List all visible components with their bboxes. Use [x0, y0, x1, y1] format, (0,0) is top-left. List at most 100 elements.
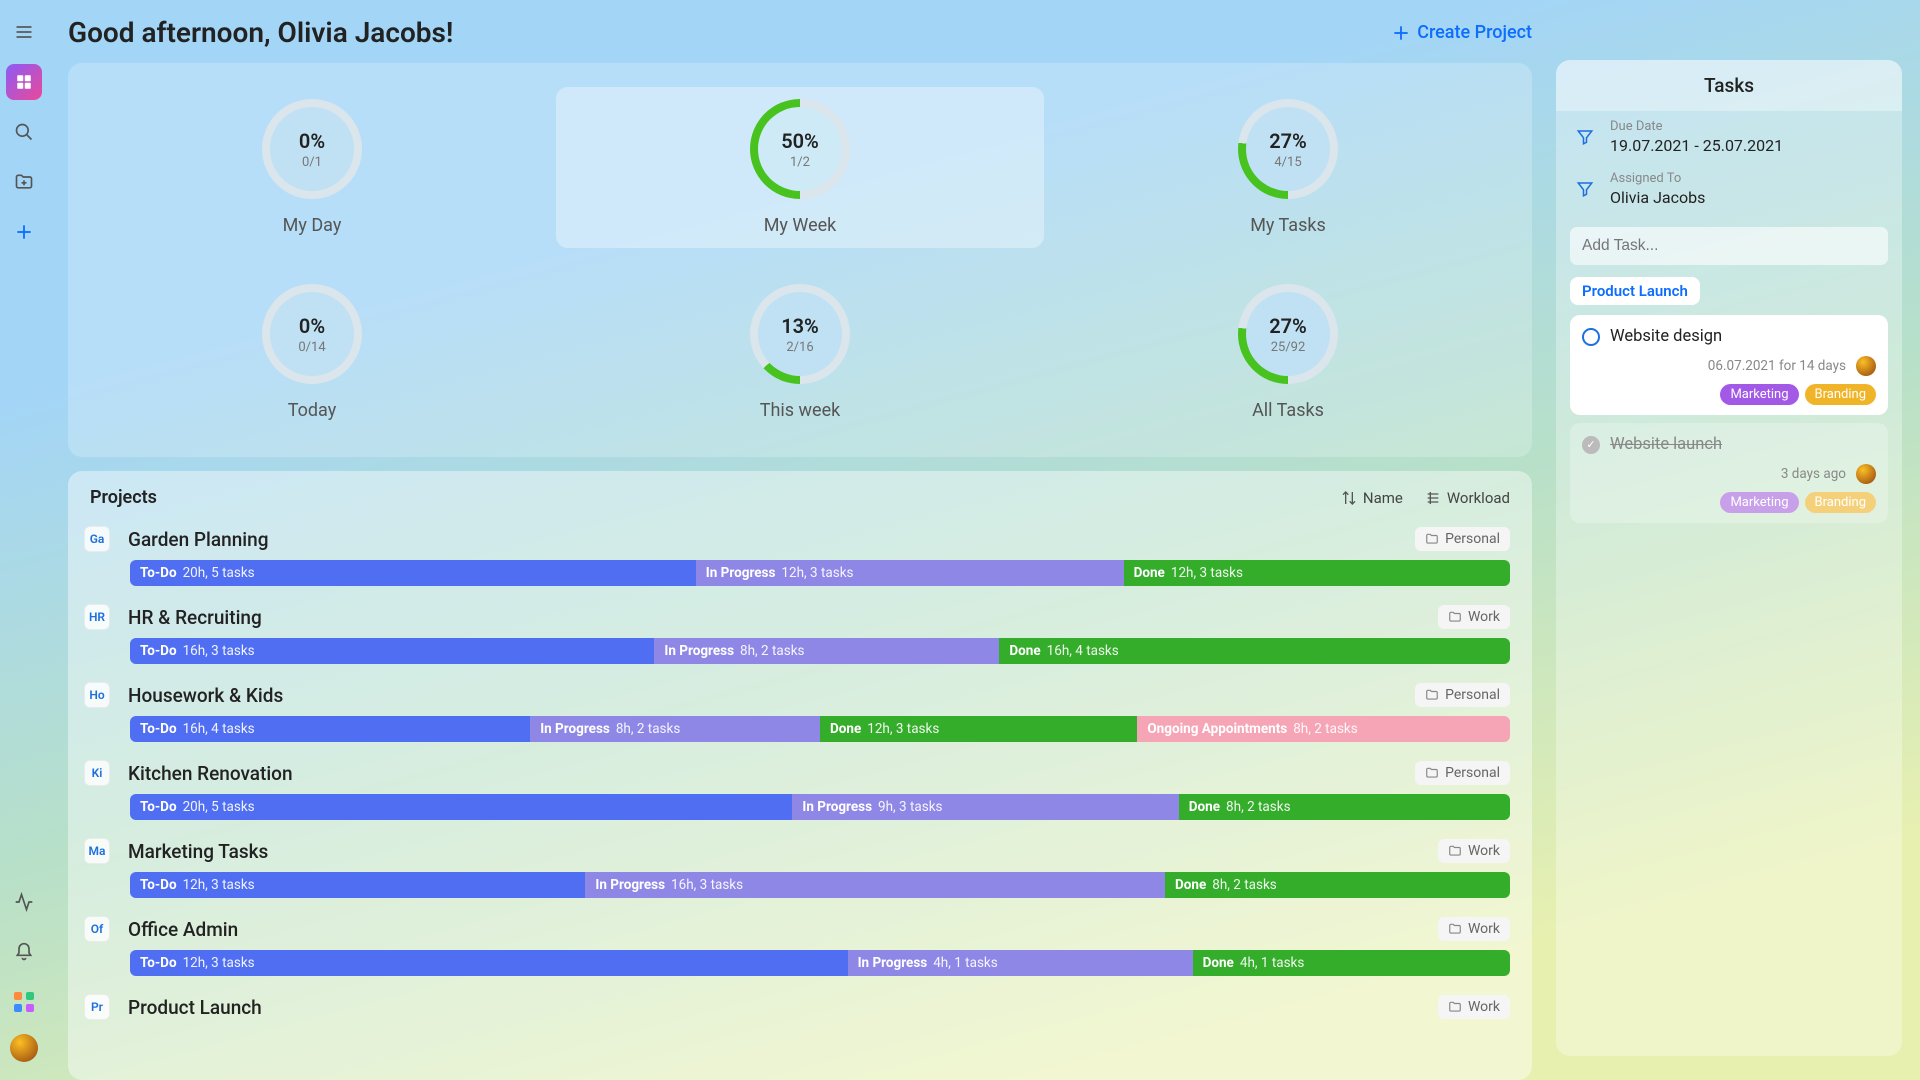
project-name: Housework & Kids — [128, 684, 283, 707]
task-section-pill[interactable]: Product Launch — [1570, 277, 1700, 305]
project-row[interactable]: Ho Housework & Kids Personal To-Do16h, 4… — [68, 674, 1532, 752]
menu-icon[interactable] — [6, 14, 42, 50]
stat-label: All Tasks — [1252, 400, 1324, 421]
task-check-icon[interactable]: ✓ — [1582, 436, 1600, 454]
status-segment[interactable]: To-Do12h, 3 tasks — [130, 950, 848, 976]
project-row[interactable]: Pr Product Launch Work — [68, 986, 1532, 1024]
status-segment[interactable]: In Progress9h, 3 tasks — [792, 794, 1178, 820]
status-segment[interactable]: To-Do12h, 3 tasks — [130, 872, 585, 898]
project-row[interactable]: HR HR & Recruiting Work To-Do16h, 3 task… — [68, 596, 1532, 674]
stat-card[interactable]: 50% 1/2 My Week — [556, 87, 1044, 248]
stat-card[interactable]: 27% 25/92 All Tasks — [1044, 272, 1532, 433]
workload-bar: To-Do12h, 3 tasks In Progress16h, 3 task… — [130, 872, 1510, 898]
stat-percent: 0% — [299, 314, 325, 338]
stat-fraction: 1/2 — [790, 155, 810, 170]
project-category-chip[interactable]: Work — [1438, 605, 1510, 629]
status-segment[interactable]: In Progress8h, 2 tasks — [530, 716, 820, 742]
create-project-button[interactable]: Create Project — [1391, 22, 1532, 43]
apps-icon[interactable] — [6, 984, 42, 1020]
status-segment[interactable]: In Progress8h, 2 tasks — [654, 638, 999, 664]
stat-percent: 13% — [781, 314, 819, 338]
project-name: Product Launch — [128, 996, 262, 1019]
project-row[interactable]: Ga Garden Planning Personal To-Do20h, 5 … — [68, 518, 1532, 596]
stat-percent: 27% — [1269, 129, 1307, 153]
tag[interactable]: Marketing — [1720, 384, 1798, 405]
project-category-chip[interactable]: Work — [1438, 839, 1510, 863]
project-abbr-badge: Ki — [84, 760, 110, 786]
sort-by-name[interactable]: Name — [1341, 489, 1403, 507]
project-name: Office Admin — [128, 918, 238, 941]
status-segment[interactable]: Done12h, 3 tasks — [820, 716, 1137, 742]
project-row[interactable]: Ki Kitchen Renovation Personal To-Do20h,… — [68, 752, 1532, 830]
status-segment[interactable]: Ongoing Appointments8h, 2 tasks — [1137, 716, 1510, 742]
project-category-chip[interactable]: Work — [1438, 995, 1510, 1019]
stat-fraction: 4/15 — [1274, 155, 1301, 170]
filter-label: Due Date — [1610, 119, 1783, 134]
progress-ring-icon: 0% 0/1 — [262, 99, 362, 199]
task-card[interactable]: ✓ Website launch 3 days ago MarketingBra… — [1570, 423, 1888, 523]
status-segment[interactable]: Done8h, 2 tasks — [1165, 872, 1510, 898]
sort-by-workload[interactable]: Workload — [1425, 489, 1510, 507]
stat-card[interactable]: 13% 2/16 This week — [556, 272, 1044, 433]
workload-bar: To-Do12h, 3 tasks In Progress4h, 1 tasks… — [130, 950, 1510, 976]
task-card[interactable]: Website design 06.07.2021 for 14 days Ma… — [1570, 315, 1888, 415]
tag[interactable]: Marketing — [1720, 492, 1798, 513]
assignee-avatar[interactable] — [1856, 356, 1876, 376]
project-category-chip[interactable]: Work — [1438, 917, 1510, 941]
project-name: Garden Planning — [128, 528, 268, 551]
status-segment[interactable]: In Progress16h, 3 tasks — [585, 872, 1165, 898]
status-segment[interactable]: To-Do20h, 5 tasks — [130, 560, 696, 586]
plus-icon[interactable] — [6, 214, 42, 250]
tasks-heading: Tasks — [1556, 60, 1902, 111]
folder-add-icon[interactable] — [6, 164, 42, 200]
workload-bar: To-Do20h, 5 tasks In Progress9h, 3 tasks… — [130, 794, 1510, 820]
tag[interactable]: Branding — [1805, 492, 1876, 513]
status-segment[interactable]: To-Do16h, 3 tasks — [130, 638, 654, 664]
progress-ring-icon: 13% 2/16 — [750, 284, 850, 384]
status-segment[interactable]: To-Do20h, 5 tasks — [130, 794, 792, 820]
task-meta: 06.07.2021 for 14 days — [1708, 358, 1846, 374]
project-category-chip[interactable]: Personal — [1415, 761, 1510, 785]
project-row[interactable]: Of Office Admin Work To-Do12h, 3 tasks I… — [68, 908, 1532, 986]
task-check-icon[interactable] — [1582, 328, 1600, 346]
stat-label: Today — [288, 400, 336, 421]
left-rail — [0, 0, 48, 1080]
filter-value: 19.07.2021 - 25.07.2021 — [1610, 136, 1783, 155]
project-category-chip[interactable]: Personal — [1415, 683, 1510, 707]
project-abbr-badge: Of — [84, 916, 110, 942]
status-segment[interactable]: Done16h, 4 tasks — [999, 638, 1510, 664]
bell-icon[interactable] — [6, 934, 42, 970]
task-filter[interactable]: Assigned To Olivia Jacobs — [1556, 163, 1902, 215]
progress-ring-icon: 50% 1/2 — [750, 99, 850, 199]
stat-percent: 50% — [781, 129, 819, 153]
activity-icon[interactable] — [6, 884, 42, 920]
project-category-chip[interactable]: Personal — [1415, 527, 1510, 551]
search-icon[interactable] — [6, 114, 42, 150]
filter-icon — [1574, 180, 1596, 198]
workload-bar: To-Do16h, 4 tasks In Progress8h, 2 tasks… — [130, 716, 1510, 742]
tasks-panel: Tasks Due Date 19.07.2021 - 25.07.2021 A… — [1556, 60, 1902, 1056]
status-segment[interactable]: Done12h, 3 tasks — [1124, 560, 1510, 586]
status-segment[interactable]: To-Do16h, 4 tasks — [130, 716, 530, 742]
add-task-input[interactable] — [1570, 227, 1888, 265]
stat-fraction: 25/92 — [1271, 340, 1306, 355]
folder-icon — [1448, 1000, 1462, 1014]
project-abbr-badge: Pr — [84, 994, 110, 1020]
task-meta: 3 days ago — [1781, 466, 1846, 482]
stat-card[interactable]: 27% 4/15 My Tasks — [1044, 87, 1532, 248]
avatar[interactable] — [10, 1034, 38, 1062]
main-area: Good afternoon, Olivia Jacobs! Create Pr… — [48, 0, 1556, 1080]
project-row[interactable]: Ma Marketing Tasks Work To-Do12h, 3 task… — [68, 830, 1532, 908]
status-segment[interactable]: Done4h, 1 tasks — [1193, 950, 1510, 976]
status-segment[interactable]: In Progress12h, 3 tasks — [696, 560, 1124, 586]
task-filter[interactable]: Due Date 19.07.2021 - 25.07.2021 — [1556, 111, 1902, 163]
status-segment[interactable]: Done8h, 2 tasks — [1179, 794, 1510, 820]
home-icon[interactable] — [6, 64, 42, 100]
assignee-avatar[interactable] — [1856, 464, 1876, 484]
page-title: Good afternoon, Olivia Jacobs! — [68, 16, 453, 49]
project-abbr-badge: HR — [84, 604, 110, 630]
stat-card[interactable]: 0% 0/1 My Day — [68, 87, 556, 248]
stat-card[interactable]: 0% 0/14 Today — [68, 272, 556, 433]
status-segment[interactable]: In Progress4h, 1 tasks — [848, 950, 1193, 976]
tag[interactable]: Branding — [1805, 384, 1876, 405]
